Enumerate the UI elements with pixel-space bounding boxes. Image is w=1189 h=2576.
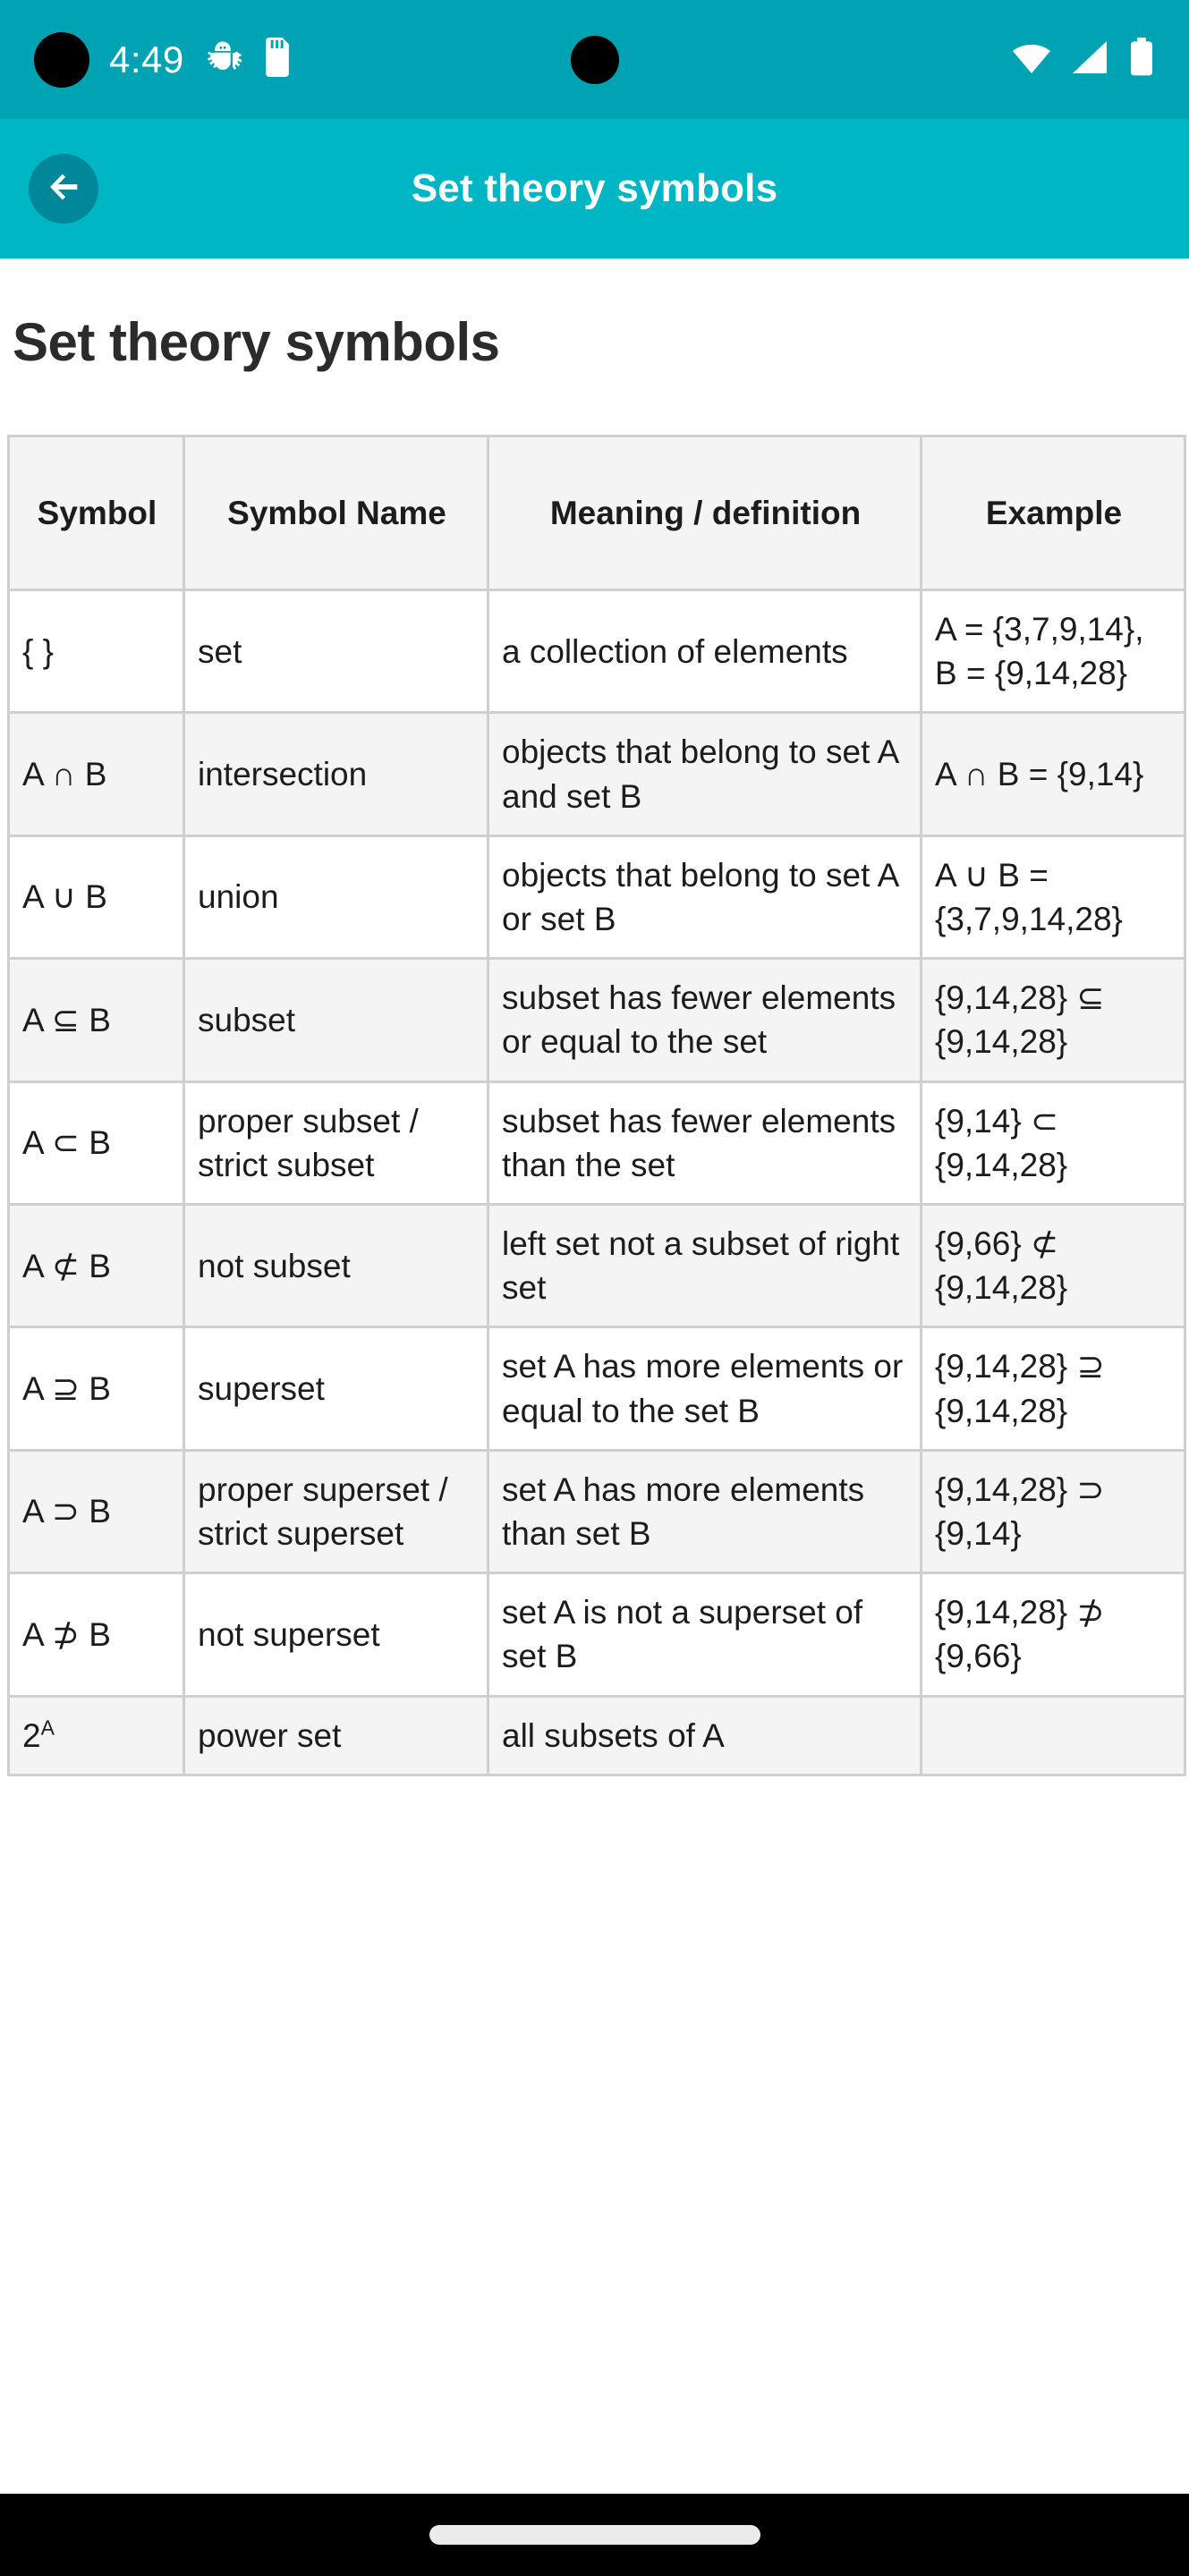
cell-example: A = {3,7,9,14}, B = {9,14,28} [921, 589, 1186, 715]
cell-example [921, 1696, 1186, 1776]
cell-meaning: a collection of elements [488, 589, 922, 715]
cell-symbol: A ⊃ B [8, 1450, 185, 1575]
cell-meaning: objects that belong to set A or set B [488, 835, 922, 961]
system-navigation-bar [0, 2494, 1189, 2576]
cell-meaning: set A has more elements or equal to the … [488, 1326, 922, 1452]
cell-example: A ∪ B = {3,7,9,14,28} [921, 835, 1186, 961]
cell-symbol-name: proper superset / strict superset [183, 1450, 489, 1575]
table-head: Symbol Symbol Name Meaning / definition … [8, 436, 1186, 591]
cell-symbol: A ⊆ B [8, 958, 185, 1083]
android-debug-icon [204, 38, 242, 80]
table-row: A ⊄ B not subset left set not a subset o… [8, 1204, 1186, 1329]
cell-symbol: A ⊇ B [8, 1326, 185, 1452]
status-bar-right [1010, 38, 1155, 81]
cell-symbol: 2A [8, 1696, 185, 1776]
cell-symbol: A ⊂ B [8, 1081, 185, 1207]
table-row: A ⊇ B superset set A has more elements o… [8, 1326, 1186, 1452]
cell-symbol: { } [8, 589, 185, 715]
page-title: Set theory symbols [13, 312, 500, 372]
power-set-exponent: A [40, 1716, 55, 1740]
table-row: A ⊅ B not superset set A is not a supers… [8, 1572, 1186, 1698]
status-bar-left: 4:49 [34, 31, 293, 88]
cell-meaning: set A has more elements than set B [488, 1450, 922, 1575]
app-root: 4:49 Set theory symbols Set theory symbo… [0, 0, 1189, 2576]
column-header-meaning: Meaning / definition [488, 436, 922, 591]
app-bar-title: Set theory symbols [411, 166, 778, 210]
table-row: A ∩ B intersection objects that belong t… [8, 712, 1186, 837]
column-header-example: Example [921, 436, 1186, 591]
wifi-icon [1010, 39, 1053, 80]
cell-meaning: left set not a subset of right set [488, 1204, 922, 1329]
back-arrow-icon [43, 166, 84, 212]
cell-symbol-name: power set [183, 1696, 489, 1776]
cell-symbol-name: not subset [183, 1204, 489, 1329]
camera-notch [570, 35, 619, 84]
cell-example: {9,14,28} ⊆ {9,14,28} [921, 958, 1186, 1083]
cell-example: A ∩ B = {9,14} [921, 712, 1186, 837]
cell-meaning: subset has fewer elements or equal to th… [488, 958, 922, 1083]
set-theory-symbol-table: Symbol Symbol Name Meaning / definition … [7, 435, 1186, 1776]
battery-icon [1128, 38, 1155, 81]
table-row: A ⊆ B subset subset has fewer elements o… [8, 958, 1186, 1083]
cellular-signal-icon [1071, 39, 1110, 80]
cell-symbol: A ⊄ B [8, 1204, 185, 1329]
symbol-table-container: Symbol Symbol Name Meaning / definition … [0, 435, 1189, 1776]
cell-meaning: all subsets of A [488, 1696, 922, 1776]
cell-meaning: objects that belong to set A and set B [488, 712, 922, 837]
cell-symbol: A ∩ B [8, 712, 185, 837]
column-header-symbol-name: Symbol Name [183, 436, 489, 591]
cell-meaning: set A is not a superset of set B [488, 1572, 922, 1698]
back-button[interactable] [29, 154, 98, 224]
cell-symbol-name: subset [183, 958, 489, 1083]
cell-symbol-name: set [183, 589, 489, 715]
cell-example: {9,14,28} ⊅ {9,66} [921, 1572, 1186, 1698]
cell-symbol-name: union [183, 835, 489, 961]
table-row: A ∪ B union objects that belong to set A… [8, 835, 1186, 961]
cell-meaning: subset has fewer elements than the set [488, 1081, 922, 1207]
table-header-row: Symbol Symbol Name Meaning / definition … [8, 436, 1186, 591]
home-indicator[interactable] [429, 2525, 760, 2545]
cell-symbol-name: not superset [183, 1572, 489, 1698]
status-bar-clock: 4:49 [109, 38, 184, 80]
power-set-base: 2 [22, 1716, 41, 1754]
cell-symbol-name: proper subset / strict subset [183, 1081, 489, 1207]
table-row: { } set a collection of elements A = {3,… [8, 589, 1186, 715]
cell-example: {9,14,28} ⊃ {9,14} [921, 1450, 1186, 1575]
column-header-symbol: Symbol [8, 436, 185, 591]
sd-card-icon [261, 38, 293, 81]
table-body: { } set a collection of elements A = {3,… [8, 589, 1186, 1776]
table-row: A ⊂ B proper subset / strict subset subs… [8, 1081, 1186, 1207]
status-bar: 4:49 [0, 0, 1189, 119]
table-row: A ⊃ B proper superset / strict superset … [8, 1450, 1186, 1575]
front-camera-cutout [34, 31, 89, 88]
app-bar: Set theory symbols [0, 119, 1189, 258]
cell-symbol-name: superset [183, 1326, 489, 1452]
cell-example: {9,66} ⊄ {9,14,28} [921, 1204, 1186, 1329]
cell-symbol: A ∪ B [8, 835, 185, 961]
cell-example: {9,14} ⊂ {9,14,28} [921, 1081, 1186, 1207]
page-content: Set theory symbols Symbol Symbol Name Me… [0, 258, 1189, 1776]
table-row: 2A power set all subsets of A [8, 1696, 1186, 1776]
cell-example: {9,14,28} ⊇ {9,14,28} [921, 1326, 1186, 1452]
cell-symbol-name: intersection [183, 712, 489, 837]
cell-symbol: A ⊅ B [8, 1572, 185, 1698]
